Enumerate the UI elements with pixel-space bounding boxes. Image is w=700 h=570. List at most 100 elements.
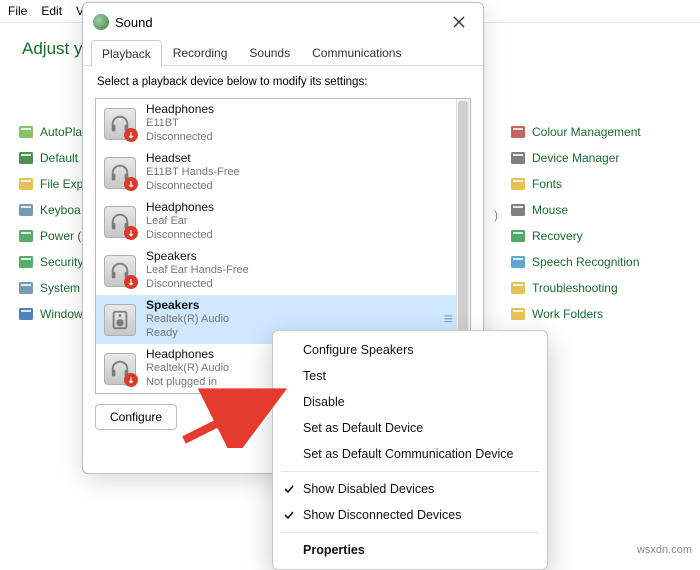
device-name: Speakers <box>146 298 229 313</box>
context-menu-item-3[interactable]: Set as Default Device <box>273 415 547 441</box>
tab-playback[interactable]: Playback <box>91 40 162 66</box>
cpl-link-right-2[interactable]: Fonts <box>510 176 641 192</box>
control-panel-right-column: Colour Management Device Manager Fonts Mous… <box>510 124 641 322</box>
device-status: Ready <box>146 327 229 341</box>
context-menu-item-9[interactable]: Properties <box>273 537 547 563</box>
cpl-link-right-6[interactable]: Troubleshooting <box>510 280 641 296</box>
cpl-link-label: Power ( <box>40 229 81 243</box>
check-icon <box>283 483 295 495</box>
cpl-icon <box>18 124 34 140</box>
cpl-link-left-3[interactable]: Keyboa <box>18 202 83 218</box>
device-subtitle: E11BT Hands-Free <box>146 166 240 180</box>
cpl-link-left-2[interactable]: File Exp <box>18 176 83 192</box>
cpl-icon <box>18 228 34 244</box>
device-row-3[interactable]: Speakers Leaf Ear Hands-Free Disconnecte… <box>96 246 470 295</box>
cpl-icon <box>510 306 526 322</box>
context-menu-label: Disable <box>303 395 345 409</box>
cpl-icon <box>510 254 526 270</box>
device-meta: Headphones E11BT Disconnected <box>146 102 214 145</box>
context-menu-item-2[interactable]: Disable <box>273 389 547 415</box>
device-name: Speakers <box>146 249 249 264</box>
device-status: Not plugged in <box>146 376 229 390</box>
instruction-text: Select a playback device below to modify… <box>83 66 483 94</box>
cpl-link-label: Colour Management <box>532 125 641 139</box>
device-row-1[interactable]: Headset E11BT Hands-Free Disconnected <box>96 148 470 197</box>
device-subtitle: E11BT <box>146 117 214 131</box>
cpl-link-left-4[interactable]: Power ( <box>18 228 83 244</box>
tab-sounds[interactable]: Sounds <box>238 39 301 65</box>
context-menu-label: Set as Default Communication Device <box>303 447 514 461</box>
cpl-link-right-0[interactable]: Colour Management <box>510 124 641 140</box>
cpl-link-label: Speech Recognition <box>532 255 639 269</box>
device-status: Disconnected <box>146 278 249 292</box>
cpl-icon <box>510 228 526 244</box>
device-icon <box>104 157 136 189</box>
device-status: Disconnected <box>146 180 240 194</box>
device-name: Headphones <box>146 347 229 362</box>
cpl-link-right-3[interactable]: Mouse <box>510 202 641 218</box>
device-meta: Headphones Realtek(R) Audio Not plugged … <box>146 347 229 390</box>
cpl-link-label: AutoPla <box>40 125 82 139</box>
cpl-icon <box>510 280 526 296</box>
configure-button[interactable]: Configure <box>95 404 177 430</box>
device-name: Headphones <box>146 102 214 117</box>
device-meta: Speakers Leaf Ear Hands-Free Disconnecte… <box>146 249 249 292</box>
cpl-link-label: System <box>40 281 80 295</box>
cpl-link-left-1[interactable]: Default <box>18 150 83 166</box>
cpl-link-label: Window <box>40 307 83 321</box>
dialog-title: Sound <box>115 15 153 30</box>
cpl-link-label: Recovery <box>532 229 583 243</box>
cpl-link-right-1[interactable]: Device Manager <box>510 150 641 166</box>
context-menu-item-1[interactable]: Test <box>273 363 547 389</box>
device-icon <box>104 353 136 385</box>
dialog-tabs: PlaybackRecordingSoundsCommunications <box>83 39 483 66</box>
device-subtitle: Leaf Ear Hands-Free <box>146 264 249 278</box>
menu-file[interactable]: File <box>8 4 27 18</box>
sound-icon <box>93 14 109 30</box>
control-panel-left-column: AutoPla Default File Exp Keyboa Power ( Secur… <box>18 124 83 322</box>
cpl-link-right-7[interactable]: Work Folders <box>510 306 641 322</box>
device-subtitle: Leaf Ear <box>146 215 214 229</box>
close-button[interactable] <box>445 11 473 33</box>
close-icon <box>453 16 465 28</box>
context-menu-label: Properties <box>303 543 365 557</box>
cpl-link-left-0[interactable]: AutoPla <box>18 124 83 140</box>
device-row-2[interactable]: Headphones Leaf Ear Disconnected <box>96 197 470 246</box>
cpl-link-label: Device Manager <box>532 151 619 165</box>
cpl-link-left-5[interactable]: Security <box>18 254 83 270</box>
device-icon <box>104 206 136 238</box>
menu-edit[interactable]: Edit <box>41 4 62 18</box>
cpl-link-label: Security <box>40 255 83 269</box>
context-menu-label: Show Disconnected Devices <box>303 508 461 522</box>
cpl-link-left-7[interactable]: Window <box>18 306 83 322</box>
context-menu-item-7[interactable]: Show Disconnected Devices <box>273 502 547 528</box>
cpl-link-right-5[interactable]: Speech Recognition <box>510 254 641 270</box>
disconnected-badge-icon <box>124 275 138 289</box>
device-subtitle: Realtek(R) Audio <box>146 313 229 327</box>
context-menu-label: Configure Speakers <box>303 343 413 357</box>
dialog-titlebar[interactable]: Sound <box>83 3 483 39</box>
cpl-icon <box>510 124 526 140</box>
tab-communications[interactable]: Communications <box>301 39 412 65</box>
disconnected-badge-icon <box>124 373 138 387</box>
context-menu-item-6[interactable]: Show Disabled Devices <box>273 476 547 502</box>
device-status: Disconnected <box>146 229 214 243</box>
cpl-link-right-4[interactable]: Recovery <box>510 228 641 244</box>
context-menu-item-0[interactable]: Configure Speakers <box>273 337 547 363</box>
context-menu: Configure Speakers Test Disable Set as Defa… <box>272 330 548 570</box>
device-icon <box>104 108 136 140</box>
device-name: Headset <box>146 151 240 166</box>
cpl-link-label: Mouse <box>532 203 568 217</box>
tab-recording[interactable]: Recording <box>162 39 239 65</box>
cpl-link-label: File Exp <box>40 177 83 191</box>
check-icon <box>283 509 295 521</box>
context-menu-item-4[interactable]: Set as Default Communication Device <box>273 441 547 467</box>
cpl-link-label: Fonts <box>532 177 562 191</box>
device-row-0[interactable]: Headphones E11BT Disconnected <box>96 99 470 148</box>
device-meta: Headphones Leaf Ear Disconnected <box>146 200 214 243</box>
cpl-icon <box>18 254 34 270</box>
hamburger-icon[interactable]: ≡ <box>444 311 452 329</box>
cpl-link-left-6[interactable]: System <box>18 280 83 296</box>
cpl-link-label: Default <box>40 151 78 165</box>
cpl-icon <box>510 150 526 166</box>
